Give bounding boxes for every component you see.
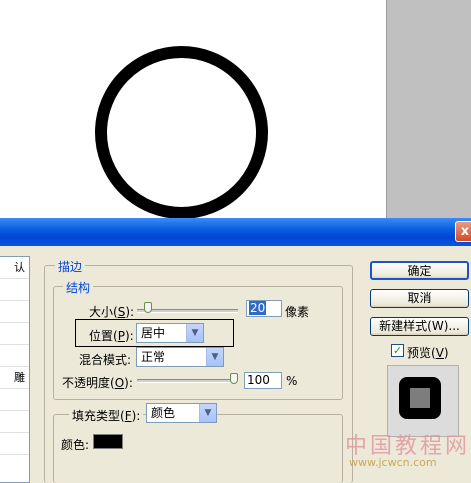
opacity-slider-thumb[interactable] <box>230 373 238 384</box>
chevron-down-icon[interactable]: ▼ <box>206 348 223 366</box>
document-canvas[interactable] <box>0 0 471 222</box>
styles-list-item[interactable]: 雕 <box>0 367 29 389</box>
styles-list[interactable]: 认 雕 <box>0 256 30 483</box>
ok-button[interactable]: 确定 <box>370 261 469 280</box>
fill-type-select[interactable]: 颜色 ▼ <box>146 403 217 423</box>
stroke-group-title: 描边 <box>55 258 86 275</box>
opacity-label: 不透明度(O): <box>62 376 133 390</box>
chevron-down-icon[interactable]: ▼ <box>186 324 203 342</box>
fill-type-label: 填充类型(F): <box>69 407 144 424</box>
styles-list-item[interactable] <box>0 323 29 345</box>
blend-mode-label: 混合模式: <box>79 353 132 367</box>
opacity-unit: % <box>286 374 298 388</box>
style-preview <box>387 365 459 437</box>
site-watermark: 中国教程网 www.jcwcn.com <box>345 428 471 483</box>
styles-list-item[interactable] <box>0 389 29 411</box>
pasteboard <box>386 0 471 222</box>
styles-list-item[interactable] <box>0 433 29 455</box>
styles-list-item[interactable]: 认 <box>0 257 29 279</box>
preview-label: 预览(V) <box>407 346 449 360</box>
styles-list-item[interactable] <box>0 345 29 367</box>
color-label: 颜色: <box>61 438 90 452</box>
preview-checkbox[interactable]: ✓ <box>391 344 404 357</box>
position-label: 位置(P): <box>89 329 134 343</box>
new-style-button[interactable]: 新建样式(W)... <box>370 317 469 336</box>
opacity-input[interactable]: 100 <box>244 372 282 389</box>
opacity-slider[interactable] <box>137 379 238 383</box>
close-button[interactable]: x <box>455 221 471 242</box>
close-icon: x <box>460 224 470 239</box>
structure-group-title: 结构 <box>63 279 94 296</box>
styles-list-item[interactable] <box>0 411 29 433</box>
cancel-button[interactable]: 取消 <box>370 289 469 308</box>
position-select[interactable]: 居中 ▼ <box>136 323 204 343</box>
styles-list-item[interactable] <box>0 301 29 323</box>
size-input[interactable]: 20 <box>246 300 282 317</box>
dialog-titlebar[interactable]: x <box>0 218 471 246</box>
size-slider[interactable] <box>137 309 238 313</box>
styles-list-item[interactable] <box>0 279 29 301</box>
stroke-color-swatch[interactable] <box>93 434 123 449</box>
size-slider-thumb[interactable] <box>144 302 153 313</box>
blend-mode-select[interactable]: 正常 ▼ <box>136 347 224 367</box>
size-unit: 像素 <box>285 305 310 319</box>
preview-thumbnail <box>399 377 441 419</box>
preview-thumbnail-inner <box>410 388 430 408</box>
watermark-url: www.jcwcn.com <box>349 456 437 469</box>
stroked-circle <box>95 46 268 219</box>
chevron-down-icon[interactable]: ▼ <box>199 404 216 422</box>
size-label: 大小(S): <box>89 305 135 319</box>
